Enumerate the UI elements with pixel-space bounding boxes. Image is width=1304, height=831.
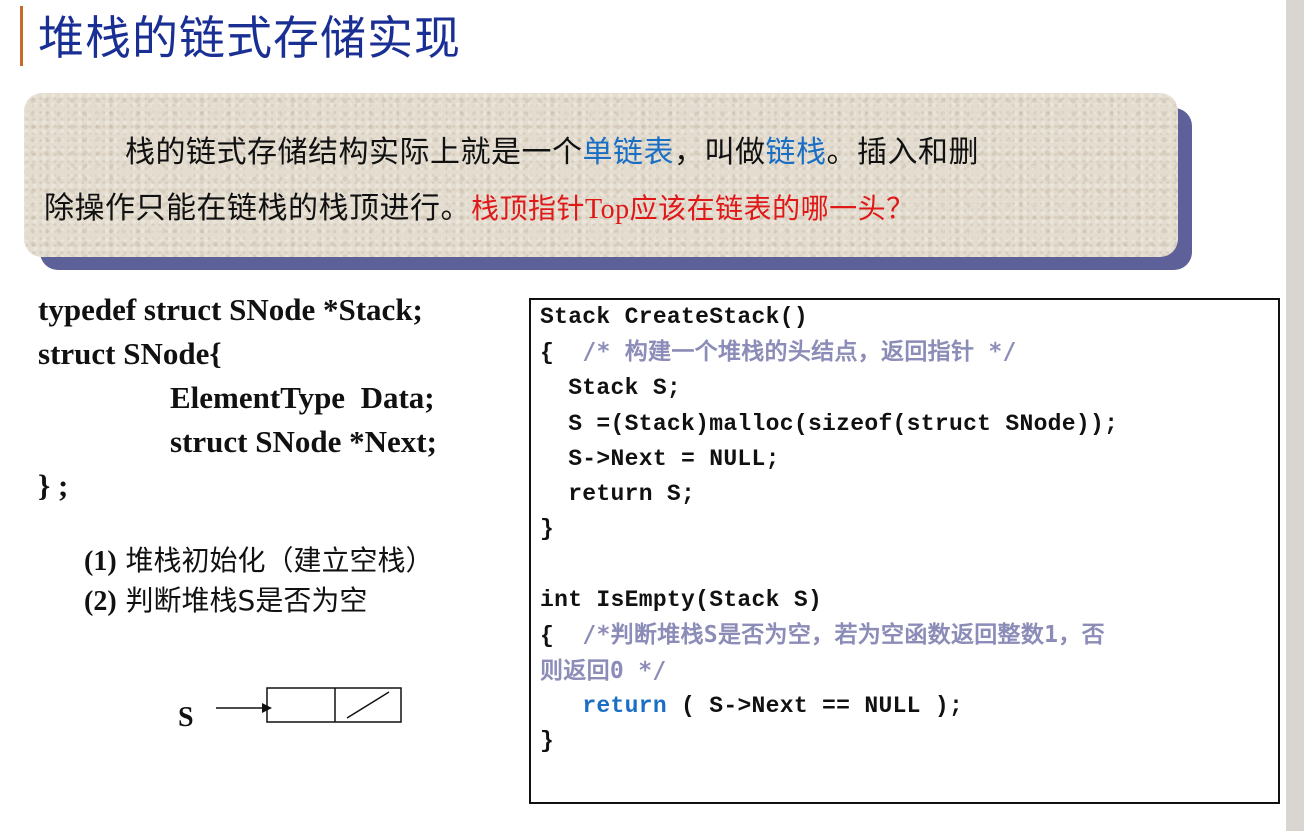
code-line: } bbox=[540, 728, 555, 755]
code-line: return S; bbox=[540, 481, 696, 508]
code-line: S =(Stack)malloc(sizeof(struct SNode)); bbox=[540, 410, 1119, 437]
callout-text: 。插入和删 bbox=[826, 135, 979, 170]
code-line: Stack S; bbox=[540, 375, 682, 402]
code-line: return ( S->Next == NULL ); bbox=[540, 689, 1118, 724]
code-text: ( S->Next == NULL ); bbox=[666, 693, 964, 720]
operations-list: (1) 堆栈初始化（建立空栈） (2) 判断堆栈S是否为空 bbox=[84, 541, 434, 621]
callout-question: 栈顶指针Top应该在链表的哪一头？ bbox=[471, 194, 915, 225]
right-edge-strip bbox=[1286, 0, 1304, 831]
code-comment: /*判断堆栈S是否为空，若为空函数返回整数1，否 bbox=[582, 621, 1105, 648]
struct-definition: typedef struct SNode *Stack; struct SNode… bbox=[38, 288, 437, 508]
code-line: { /*判断堆栈S是否为空，若为空函数返回整数1，否 bbox=[540, 618, 1118, 654]
operation-text: 判断堆栈S是否为空 bbox=[116, 584, 368, 617]
code-brace: { bbox=[540, 340, 583, 367]
slide-title: 堆栈的链式存储实现 bbox=[38, 11, 461, 65]
code-line: int IsEmpty(Stack S) bbox=[540, 586, 823, 613]
callout-text-line-2: 除操作只能在链栈的栈顶进行。栈顶指针Top应该在链表的哪一头？ bbox=[44, 183, 915, 227]
struct-line: struct SNode{ bbox=[38, 336, 222, 371]
code-line: } bbox=[540, 516, 555, 543]
callout-box bbox=[24, 93, 1178, 257]
code-line: ​ bbox=[540, 547, 1118, 582]
code-comment: /* 构建一个堆栈的头结点，返回指针 */ bbox=[582, 339, 1017, 366]
callout-text-line-1: 栈的链式存储结构实际上就是一个单链表，叫做链栈。插入和删 bbox=[125, 127, 979, 171]
null-slash bbox=[346, 691, 390, 719]
code-line: { /* 构建一个堆栈的头结点，返回指针 */ bbox=[540, 335, 1118, 371]
empty-stack-diagram: S bbox=[178, 687, 402, 733]
operation-number: (1) bbox=[84, 546, 117, 577]
struct-line: typedef struct SNode *Stack; bbox=[38, 292, 423, 327]
code-line: Stack CreateStack() bbox=[540, 304, 808, 330]
operation-number: (2) bbox=[84, 586, 117, 617]
head-node-box bbox=[266, 687, 402, 723]
struct-line: ElementType Data; bbox=[170, 380, 435, 415]
code-line: S->Next = NULL; bbox=[540, 445, 780, 472]
code-block: Stack CreateStack() { /* 构建一个堆栈的头结点，返回指针 … bbox=[540, 300, 1118, 760]
highlight-linked-stack: 链栈 bbox=[765, 135, 827, 170]
highlight-single-linked-list: 单链表 bbox=[582, 135, 674, 170]
title-accent-bar bbox=[20, 6, 23, 66]
code-keyword: return bbox=[582, 693, 667, 720]
callout-text: 栈的链式存储结构实际上就是一个 bbox=[125, 135, 583, 170]
code-line: 则返回0 */ bbox=[540, 658, 667, 685]
stack-pointer-label: S bbox=[178, 702, 194, 733]
operation-text: 堆栈初始化（建立空栈） bbox=[116, 544, 434, 577]
callout-text: ，叫做 bbox=[674, 135, 766, 170]
operation-item: (2) 判断堆栈S是否为空 bbox=[84, 581, 434, 621]
operation-item: (1) 堆栈初始化（建立空栈） bbox=[84, 541, 434, 581]
code-brace: { bbox=[540, 622, 583, 649]
struct-line: struct SNode *Next; bbox=[170, 424, 437, 459]
struct-line: } ; bbox=[38, 468, 69, 503]
callout-text: 除操作只能在链栈的栈顶进行。 bbox=[44, 191, 471, 226]
